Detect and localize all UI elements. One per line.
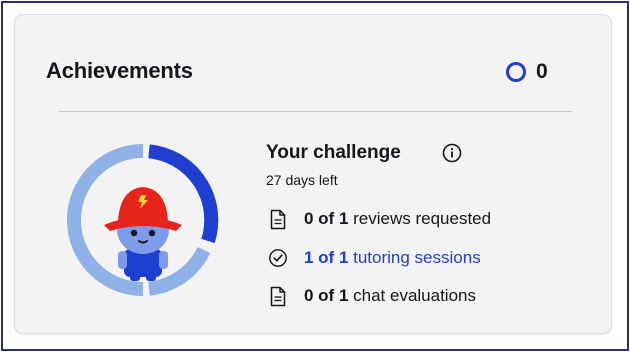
task-label: chat evaluations bbox=[348, 286, 476, 305]
checkmark-circle-icon bbox=[268, 246, 288, 270]
document-icon bbox=[268, 207, 288, 231]
challenge-title: Your challenge bbox=[266, 142, 401, 163]
task-chat-evaluations: 0 of 1 chat evaluations bbox=[268, 283, 476, 309]
achievements-count-value: 0 bbox=[536, 60, 548, 83]
task-progress: 1 of 1 bbox=[304, 248, 349, 267]
days-left: 27 days left bbox=[266, 172, 338, 188]
task-label: reviews requested bbox=[348, 209, 492, 228]
info-icon[interactable] bbox=[441, 142, 463, 164]
card-title: Achievements bbox=[46, 58, 193, 83]
circle-icon bbox=[506, 62, 526, 82]
task-label: tutoring sessions bbox=[348, 248, 481, 267]
achievements-count: 0 bbox=[506, 60, 548, 83]
task-progress: 0 of 1 bbox=[304, 286, 349, 305]
mascot-icon bbox=[104, 187, 182, 281]
task-progress: 0 of 1 bbox=[304, 209, 349, 228]
task-tutoring-sessions: 1 of 1 tutoring sessions bbox=[268, 245, 481, 271]
challenge-progress-badge bbox=[67, 144, 219, 296]
document-icon bbox=[268, 284, 288, 308]
task-reviews-requested: 0 of 1 reviews requested bbox=[268, 206, 491, 232]
divider bbox=[59, 111, 572, 112]
